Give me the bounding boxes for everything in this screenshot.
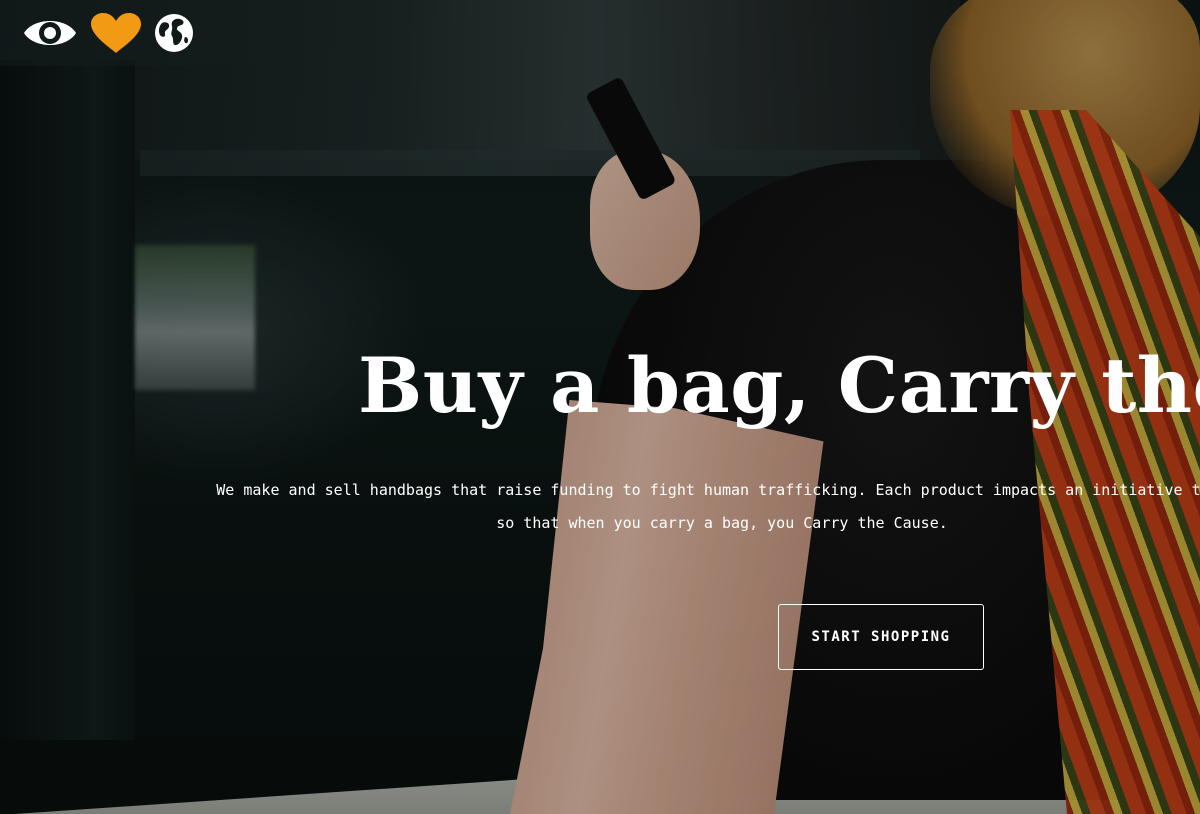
eye-icon[interactable] — [22, 14, 78, 52]
hero-description-line-1: We make and sell handbags that raise fun… — [216, 481, 1200, 499]
hero-description-line-2: so that when you carry a bag, you Carry … — [496, 514, 948, 532]
hero-headline: Buy a bag, Carry the Cause. — [358, 341, 1200, 430]
start-shopping-button[interactable]: START SHOPPING — [778, 604, 984, 670]
top-icon-bar — [0, 0, 262, 66]
hero-description: We make and sell handbags that raise fun… — [97, 474, 1200, 540]
globe-icon[interactable] — [154, 13, 194, 53]
hero-section: Buy a bag, Carry the Cause. We make and … — [0, 0, 1200, 814]
heart-icon[interactable] — [90, 12, 142, 54]
